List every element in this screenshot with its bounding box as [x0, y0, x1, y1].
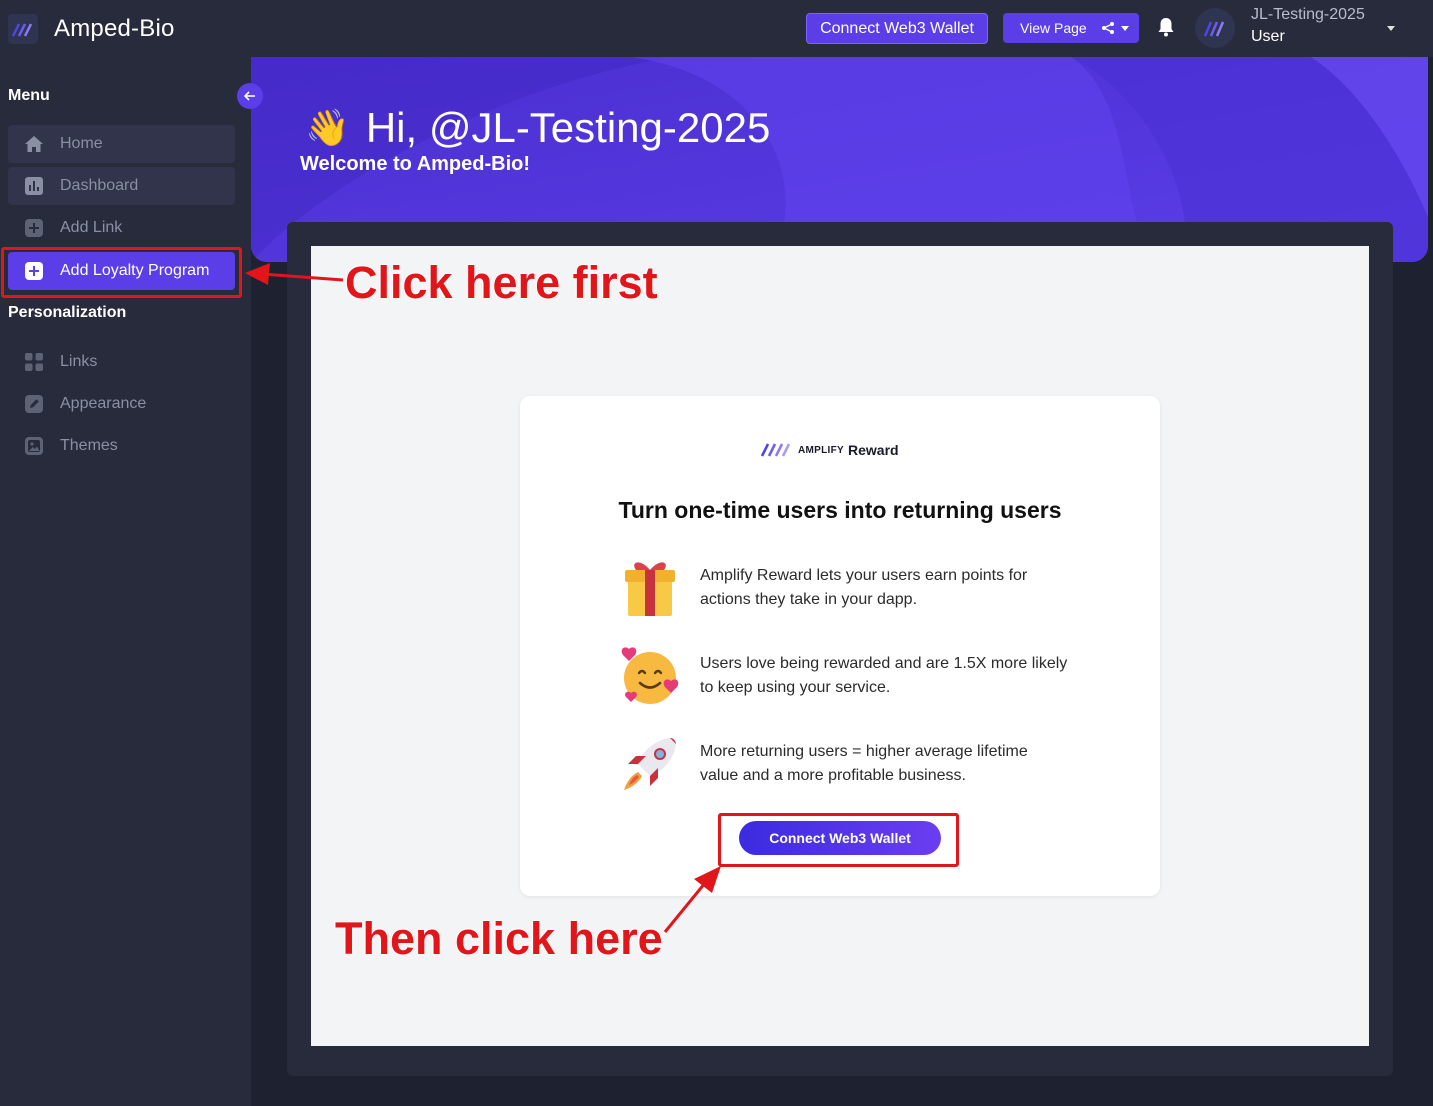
sidebar-item-label: Home: [60, 135, 103, 152]
plus-square-icon: [24, 218, 44, 238]
sidebar-item-label: Add Link: [60, 219, 123, 236]
top-bar: Amped-Bio Connect Web3 Wallet View Page: [0, 0, 1433, 57]
sidebar-item-dashboard[interactable]: Dashboard: [8, 167, 235, 205]
sidebar-item-label: Appearance: [60, 395, 147, 412]
greeting: 👋 Hi, @JL-Testing-2025: [305, 104, 770, 152]
feature-text: Users love being rewarded and are 1.5X m…: [700, 655, 1068, 696]
sidebar-item-label: Links: [60, 353, 98, 370]
feature-item: Users love being rewarded and are 1.5X m…: [618, 644, 1078, 708]
logo-amplify-text: AMPLIFY: [798, 444, 844, 456]
annotation-text-first: Click here first: [345, 257, 658, 308]
logo-reward-text: Reward: [848, 442, 899, 458]
feature-text: Amplify Reward lets your users earn poin…: [700, 567, 1028, 608]
sidebar-item-links[interactable]: Links: [8, 343, 235, 381]
waving-hand-icon: 👋: [305, 107, 350, 148]
user-name[interactable]: JL-Testing-2025: [1251, 6, 1365, 24]
avatar[interactable]: [1195, 8, 1235, 48]
feature-text: More returning users = higher average li…: [700, 743, 1028, 784]
smiling-hearts-icon: [618, 644, 682, 708]
user-menu-chevron-icon[interactable]: [1387, 26, 1395, 31]
annotation-text-then: Then click here: [335, 913, 663, 964]
sidebar-item-themes[interactable]: Themes: [8, 427, 235, 465]
amped-logo-icon: [8, 14, 38, 44]
sidebar-item-appearance[interactable]: Appearance: [8, 385, 235, 423]
arrow-left-icon: [243, 91, 255, 101]
feature-item: Amplify Reward lets your users earn poin…: [618, 556, 1078, 620]
home-icon: [24, 134, 44, 154]
amplify-logo-icon: [760, 443, 791, 457]
brand[interactable]: Amped-Bio: [8, 14, 175, 44]
image-icon: [24, 436, 44, 456]
user-role: User: [1251, 28, 1285, 45]
edit-icon: [24, 394, 44, 414]
sidebar-item-home[interactable]: Home: [8, 125, 235, 163]
sidebar-item-label: Themes: [60, 437, 118, 454]
sidebar-item-add-link[interactable]: Add Link: [8, 209, 235, 247]
view-page-button[interactable]: View Page: [1003, 13, 1139, 43]
grid-icon: [24, 352, 44, 372]
sidebar-item-label: Dashboard: [60, 177, 139, 194]
share-icon: [1101, 21, 1115, 35]
greeting-text: Hi, @JL-Testing-2025: [365, 104, 771, 151]
annotation-box-then: [718, 813, 959, 867]
view-page-label: View Page: [1020, 20, 1087, 36]
connect-wallet-button[interactable]: Connect Web3 Wallet: [806, 13, 988, 44]
chart-icon: [24, 176, 44, 196]
chevron-down-icon: [1120, 25, 1129, 31]
welcome-text: Welcome to Amped-Bio!: [300, 153, 531, 175]
brand-name: Amped-Bio: [54, 15, 175, 42]
bell-icon[interactable]: [1157, 17, 1175, 42]
menu-title: Menu: [8, 87, 50, 104]
amplify-reward-logo: AMPLIFY Reward: [760, 442, 899, 458]
rocket-icon: [618, 732, 682, 796]
personalization-title: Personalization: [8, 304, 127, 321]
gift-icon: [618, 556, 682, 620]
feature-item: More returning users = higher average li…: [618, 732, 1078, 796]
card-title: Turn one-time users into returning users: [618, 497, 1062, 523]
annotation-box-first: [1, 247, 242, 298]
collapse-sidebar-button[interactable]: [237, 83, 263, 109]
